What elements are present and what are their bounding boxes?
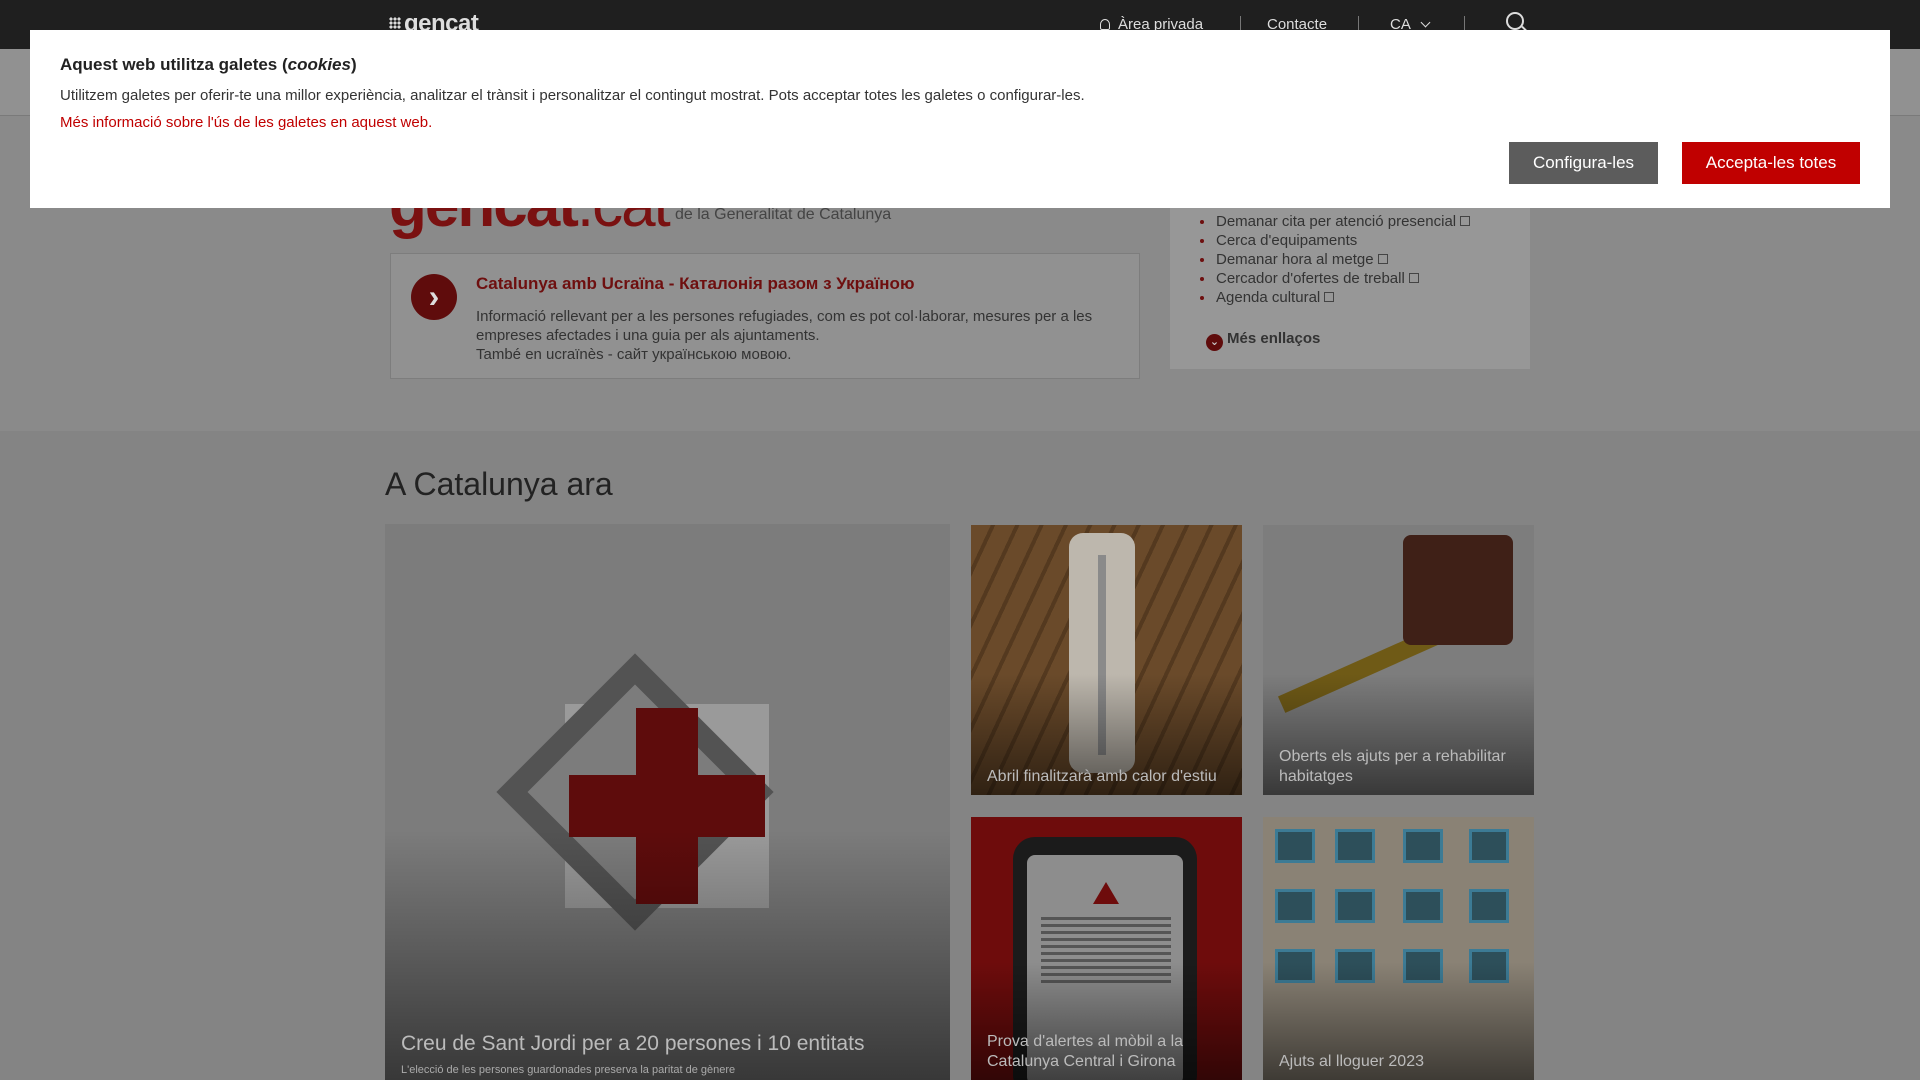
cookie-more-info-link[interactable]: Més informació sobre l'ús de les galetes… [60,114,432,131]
cookie-banner-text: Utilitzem galetes per oferir-te una mill… [60,87,1085,104]
cookie-title-text: Aquest web utilitza galetes ( [60,55,288,74]
cookie-title-emphasis: cookies [287,55,351,74]
cookie-title-text: ) [350,55,357,74]
accept-all-cookies-button[interactable]: Accepta-les totes [1682,142,1860,184]
cookie-consent-banner: Aquest web utilitza galetes (cookies) Ut… [30,30,1890,208]
configure-cookies-button[interactable]: Configura-les [1509,142,1658,184]
cookie-banner-title: Aquest web utilitza galetes (cookies) [60,55,357,75]
